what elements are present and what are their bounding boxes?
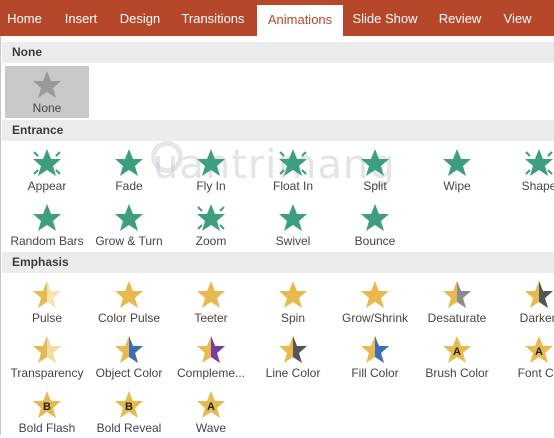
animation-split[interactable]: Split — [333, 144, 417, 196]
tab-view[interactable]: View — [495, 0, 540, 36]
animation-gallery: None None uantrimang Entrance Appear Fade… — [0, 36, 554, 435]
animation-random-bars[interactable]: Random Bars — [5, 199, 89, 251]
animation-label: Font Co — [517, 366, 554, 380]
section-header-none: None — [2, 42, 554, 63]
color-pulse-star-icon — [115, 281, 143, 308]
animation-grow-shrink[interactable]: Grow/Shrink — [333, 276, 417, 328]
tab-design[interactable]: Design — [112, 0, 168, 36]
animation-float-in[interactable]: Float In — [251, 144, 335, 196]
icon-letter: B — [125, 401, 133, 413]
appear-star-icon — [33, 149, 61, 176]
grow-turn-star-icon — [115, 204, 143, 231]
animation-label: Darken — [519, 311, 554, 325]
ribbon-tab-bar: Home Insert Design Transitions Animation… — [0, 0, 554, 36]
transparency-star-icon — [33, 336, 61, 363]
animation-bounce[interactable]: Bounce — [333, 199, 417, 251]
animation-swivel[interactable]: Swivel — [251, 199, 335, 251]
swivel-star-icon — [279, 204, 307, 231]
line-color-star-icon — [279, 336, 307, 363]
animation-color-pulse[interactable]: Color Pulse — [87, 276, 171, 328]
teeter-star-icon — [197, 281, 225, 308]
fly-in-star-icon — [197, 149, 225, 176]
animation-label: Shape — [521, 179, 554, 193]
animation-none[interactable]: None — [5, 66, 89, 118]
animation-teeter[interactable]: Teeter — [169, 276, 253, 328]
animation-brush-color[interactable]: A Brush Color — [415, 331, 499, 383]
icon-letter: A — [535, 346, 543, 358]
random-bars-star-icon — [33, 204, 61, 231]
zoom-star-icon — [197, 204, 225, 231]
animation-font-co[interactable]: A Font Co — [497, 331, 554, 383]
wipe-star-icon — [443, 149, 471, 176]
icon-letter: B — [43, 401, 51, 413]
animation-darken[interactable]: Darken — [497, 276, 554, 328]
animation-spin[interactable]: Spin — [251, 276, 335, 328]
animation-shape[interactable]: Shape — [497, 144, 554, 196]
animation-fly-in[interactable]: Fly In — [169, 144, 253, 196]
animation-bold-flash[interactable]: B Bold Flash — [5, 386, 89, 438]
shape-star-icon — [525, 149, 553, 176]
spin-star-icon — [279, 281, 307, 308]
float-in-star-icon — [279, 149, 307, 176]
object-color-star-icon — [115, 336, 143, 363]
animation-label: None — [32, 101, 62, 115]
animation-fill-color[interactable]: Fill Color — [333, 331, 417, 383]
animation-wave[interactable]: A Wave — [169, 386, 253, 438]
animation-bold-reveal[interactable]: B Bold Reveal — [87, 386, 171, 438]
animation-pulse[interactable]: Pulse — [5, 276, 89, 328]
section-header-emphasis: Emphasis — [2, 252, 554, 273]
fade-star-icon — [115, 149, 143, 176]
split-star-icon — [361, 149, 389, 176]
icon-letter: A — [207, 401, 215, 413]
animation-grow-turn[interactable]: Grow & Turn — [87, 199, 171, 251]
icon-letter: A — [453, 346, 461, 358]
section-header-entrance: Entrance — [2, 120, 554, 141]
animation-zoom[interactable]: Zoom — [169, 199, 253, 251]
animation-desaturate[interactable]: Desaturate — [415, 276, 499, 328]
animation-label: Bounce — [354, 234, 396, 248]
animation-appear[interactable]: Appear — [5, 144, 89, 196]
desaturate-star-icon — [443, 281, 471, 308]
tab-animations[interactable]: Animations — [257, 5, 343, 36]
animation-object-color[interactable]: Object Color — [87, 331, 171, 383]
pulse-star-icon — [33, 281, 61, 308]
complementary-color-star-icon — [197, 336, 225, 363]
grow-shrink-star-icon — [361, 281, 389, 308]
fill-color-star-icon — [361, 336, 389, 363]
darken-star-icon — [525, 281, 553, 308]
tab-transitions[interactable]: Transitions — [170, 0, 256, 36]
animation-label: Wave — [195, 421, 227, 435]
tab-slide-show[interactable]: Slide Show — [346, 0, 424, 36]
tab-review[interactable]: Review — [428, 0, 492, 36]
tab-home[interactable]: Home — [0, 0, 49, 36]
tab-insert[interactable]: Insert — [52, 0, 110, 36]
animation-compleme[interactable]: Compleme... — [169, 331, 253, 383]
bounce-star-icon — [361, 204, 389, 231]
animation-transparency[interactable]: Transparency — [5, 331, 89, 383]
animation-fade[interactable]: Fade — [87, 144, 171, 196]
star-gray-icon — [33, 71, 61, 98]
animation-wipe[interactable]: Wipe — [415, 144, 499, 196]
animation-line-color[interactable]: Line Color — [251, 331, 335, 383]
